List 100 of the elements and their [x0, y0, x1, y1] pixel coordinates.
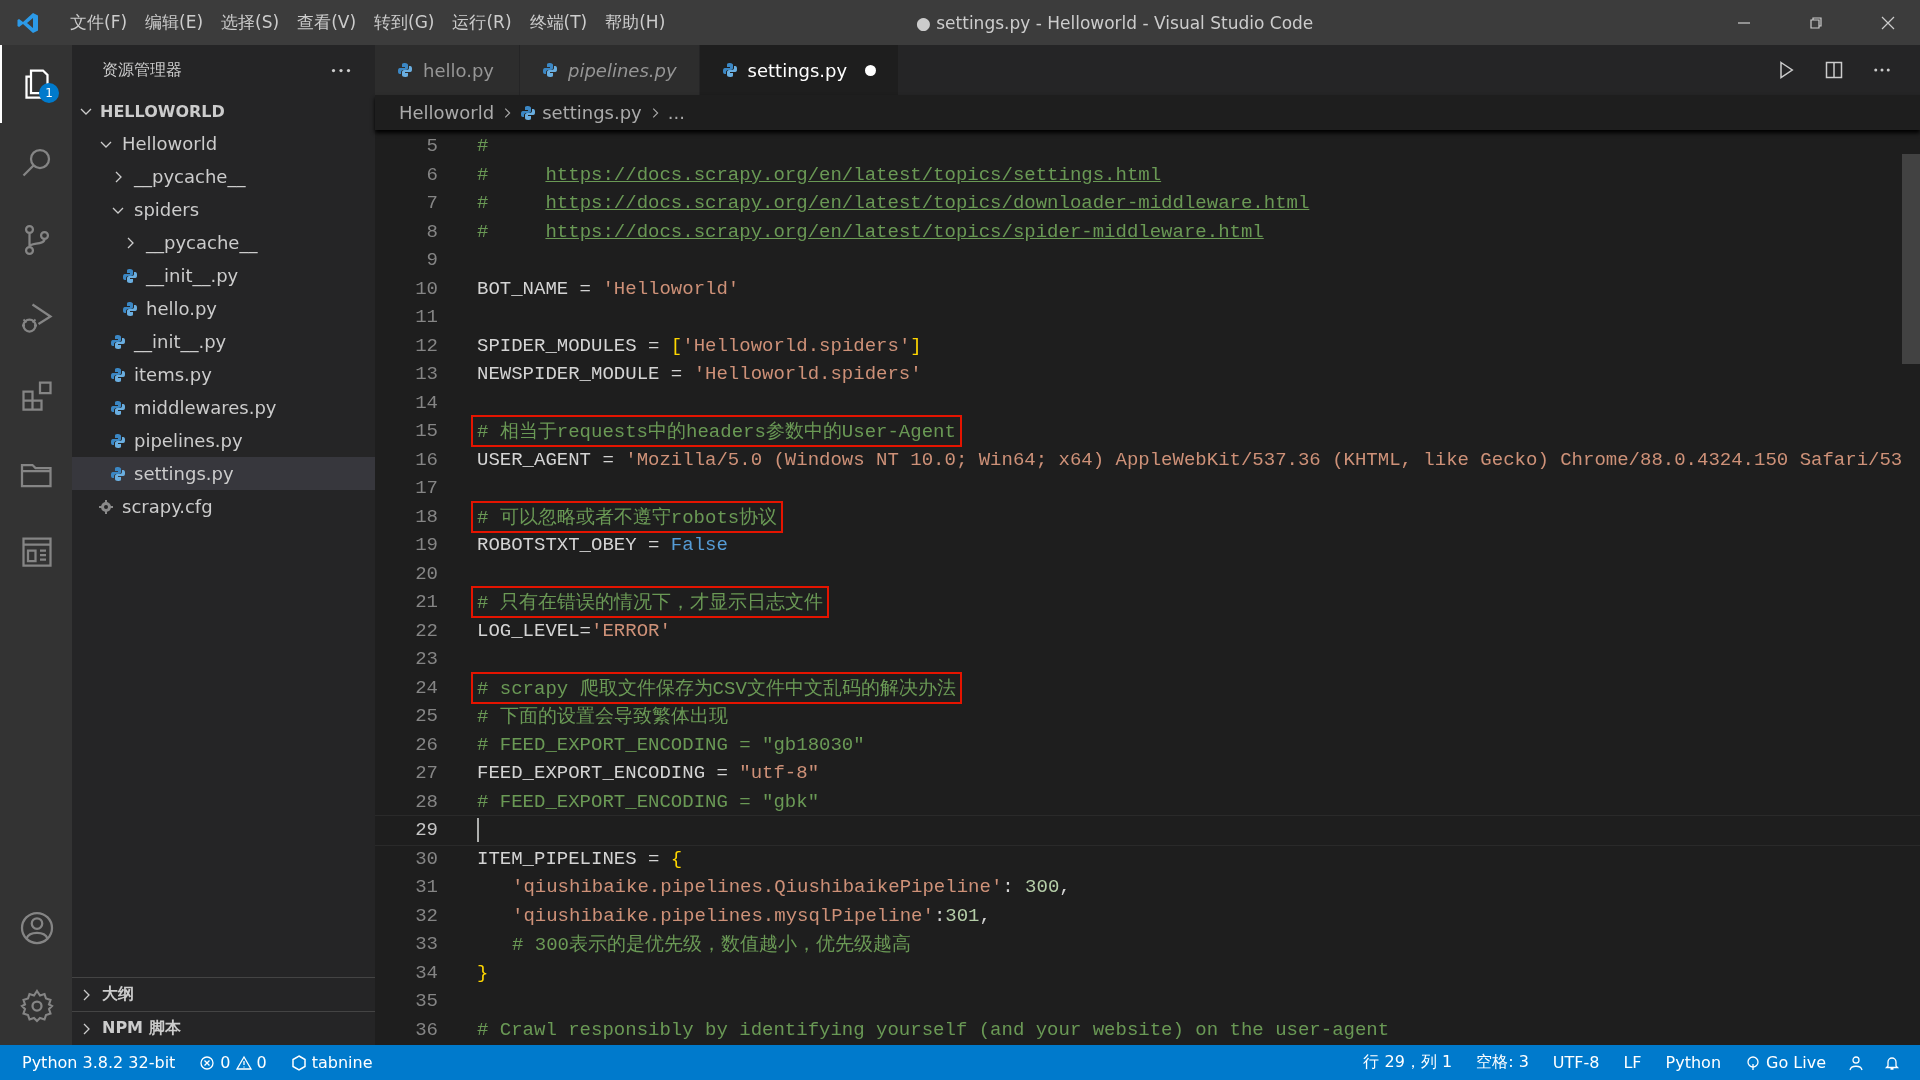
gear-icon [98, 498, 114, 515]
menu-item[interactable]: 选择(S) [213, 7, 288, 38]
feedback-icon[interactable] [1848, 1054, 1864, 1071]
line-number: 19 [414, 534, 438, 557]
language-status[interactable]: Python [1653, 1053, 1734, 1072]
tree-item[interactable]: scrapy.cfg [72, 490, 375, 523]
line-number: 24 [414, 676, 438, 699]
line-number: 20 [414, 562, 438, 585]
go-live-status[interactable]: Go Live [1733, 1053, 1838, 1072]
line-number: 17 [414, 477, 438, 500]
code-line: } [476, 960, 490, 986]
line-number: 35 [414, 990, 438, 1013]
menu-item[interactable]: 查看(V) [289, 7, 365, 38]
python-file-icon [110, 432, 126, 449]
python-file-icon [542, 62, 558, 78]
code-line: USER_AGENT = 'Mozilla/5.0 (Windows NT 10.0; Win64; x64) AppleWebKit/537.36 (KHTML, like Gecko) Chrome/88.0.4324.150 Safari/53 [476, 447, 1904, 473]
line-number: 26 [414, 733, 438, 756]
split-editor-icon[interactable] [1824, 60, 1844, 80]
line-number: 29 [414, 819, 438, 842]
settings-icon[interactable] [19, 988, 55, 1024]
workspace-header[interactable]: HELLOWORLD [72, 95, 375, 127]
code-line: ITEM_PIPELINES = { [476, 846, 684, 872]
python-file-icon [122, 267, 138, 284]
problems-status[interactable]: 0 0 [187, 1053, 279, 1072]
menu-item[interactable]: 转到(G) [366, 7, 443, 38]
code-line: # https://docs.scrapy.org/en/latest/topics/spider-middleware.html [476, 219, 1265, 245]
code-line: NEWSPIDER_MODULE = 'Helloworld.spiders' [476, 362, 923, 388]
python-file-icon [520, 104, 537, 121]
menu-item[interactable]: 终端(T) [521, 7, 596, 38]
line-number: 27 [414, 762, 438, 785]
code-line: BOT_NAME = 'Helloworld' [476, 276, 741, 302]
code-line: # https://docs.scrapy.org/en/latest/topics/downloader-middleware.html [476, 191, 1311, 217]
code-line: LOG_LEVEL='ERROR' [476, 618, 672, 644]
python-file-icon [110, 465, 126, 482]
tree-item[interactable]: hello.py [72, 292, 375, 325]
python-file-icon [110, 399, 126, 416]
menu-item[interactable]: 文件(F) [62, 7, 136, 38]
python-file-icon [110, 366, 126, 383]
line-number: 10 [414, 277, 438, 300]
code-line: FEED_EXPORT_ENCODING = "utf-8" [476, 761, 821, 787]
line-number: 31 [414, 876, 438, 899]
tree-item[interactable]: __pycache__ [72, 160, 375, 193]
tree-item[interactable]: settings.py [72, 457, 375, 490]
line-number: 14 [414, 391, 438, 414]
line-number: 13 [414, 363, 438, 386]
line-number: 28 [414, 790, 438, 813]
code-line: # https://docs.scrapy.org/en/latest/topics/settings.html [476, 162, 1163, 188]
line-number: 34 [414, 961, 438, 984]
tree-item[interactable]: __init__.py [72, 325, 375, 358]
tree-item[interactable]: pipelines.py [72, 424, 375, 457]
tree-item[interactable]: Helloworld [72, 127, 375, 160]
code-line: # 300表示的是优先级，数值越小，优先级越高 [511, 933, 912, 959]
account-icon[interactable] [19, 910, 55, 946]
tree-item[interactable]: middlewares.py [72, 391, 375, 424]
menu-item[interactable]: 运行(R) [444, 7, 520, 38]
editor-tab[interactable]: hello.py [375, 45, 520, 95]
line-number: 12 [414, 334, 438, 357]
code-line: # Crawl responsibly by identifying yourself (and your website) on the user-agent [476, 1017, 1391, 1043]
tree-item[interactable]: spiders [72, 193, 375, 226]
notification-bell-icon[interactable] [1884, 1054, 1900, 1071]
python-interpreter-status[interactable]: Python 3.8.2 32-bit [10, 1053, 188, 1072]
code-line: ROBOTSTXT_OBEY = False [476, 533, 729, 559]
encoding-status[interactable]: UTF-8 [1540, 1053, 1612, 1072]
python-file-icon [110, 333, 126, 350]
tree-item[interactable]: __pycache__ [72, 226, 375, 259]
tree-item[interactable]: items.py [72, 358, 375, 391]
breadcrumb-item[interactable]: settings.py [542, 102, 642, 123]
code-line: # 下面的设置会导致繁体出现 [476, 705, 729, 731]
restore-icon[interactable] [1808, 14, 1824, 31]
breadcrumb-item[interactable]: ... [667, 102, 685, 123]
line-number: 33 [414, 933, 438, 956]
line-number: 15 [414, 420, 438, 443]
scrollbar-thumb[interactable] [1902, 154, 1920, 364]
warning-icon [235, 1054, 252, 1071]
close-icon[interactable] [1880, 14, 1896, 31]
notification-badge: 1 [39, 83, 59, 103]
panel-icon [19, 534, 55, 570]
tree-item[interactable]: __init__.py [72, 259, 375, 292]
extensions-icon [19, 378, 55, 414]
sidebar-section-header[interactable]: 大纲 [72, 977, 375, 1011]
line-number: 7 [425, 192, 438, 215]
menu-item[interactable]: 编辑(E) [137, 7, 212, 38]
python-file-icon [397, 62, 413, 78]
editor-tab[interactable]: pipelines.py [520, 45, 700, 95]
line-number: 21 [414, 591, 438, 614]
indentation-status[interactable]: 空格: 3 [1464, 1052, 1541, 1073]
line-number: 8 [425, 220, 438, 243]
breadcrumb-item[interactable]: Helloworld [399, 102, 495, 123]
menu-item[interactable]: 帮助(H) [597, 7, 674, 38]
code-line: # [476, 134, 490, 160]
line-number: 16 [414, 448, 438, 471]
line-number: 18 [414, 505, 438, 528]
line-ending-status[interactable]: LF [1611, 1053, 1654, 1072]
tabnine-status[interactable]: tabnine [278, 1053, 385, 1072]
code-line: 'qiushibaike.pipelines.mysqlPipeline':301, [511, 903, 992, 929]
more-icon[interactable] [331, 67, 351, 73]
editor-tab[interactable]: settings.py [699, 45, 900, 95]
cursor-position-status[interactable]: 行 29，列 1 [1351, 1052, 1465, 1073]
app-logo-icon [16, 10, 40, 35]
window-title: ● settings.py - Helloworld - Visual Studio Code [916, 12, 1314, 33]
